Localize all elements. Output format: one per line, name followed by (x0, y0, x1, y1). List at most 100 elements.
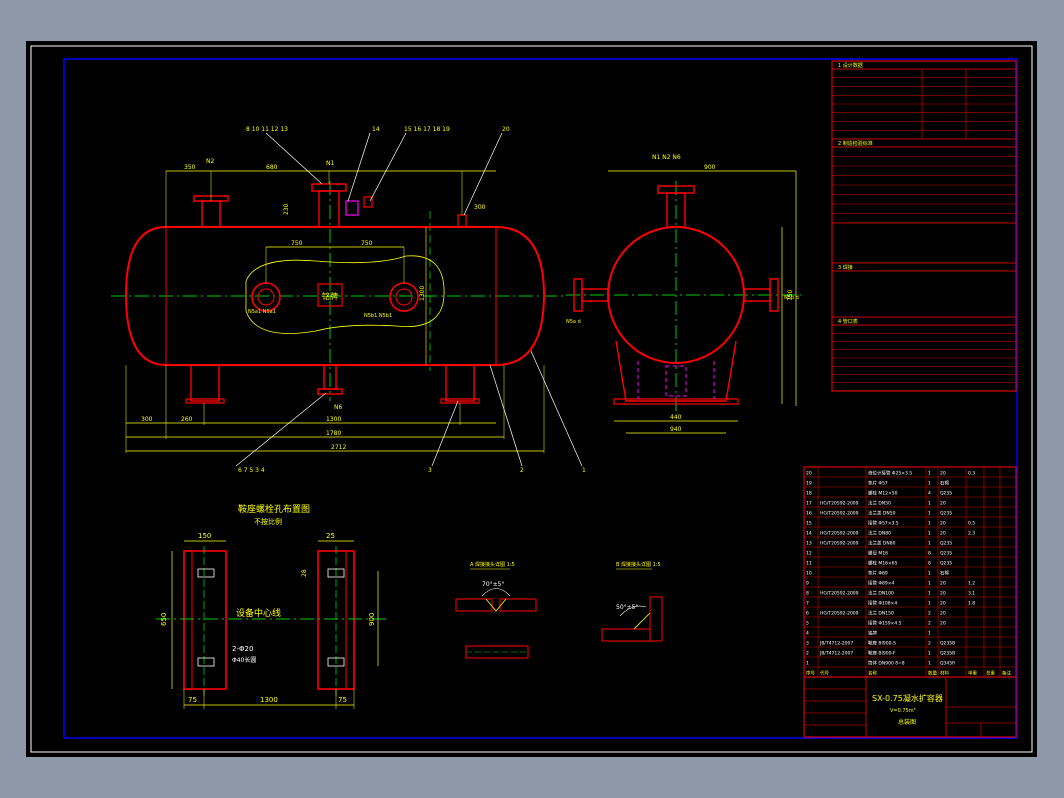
parts-cell: Q235 (940, 541, 952, 547)
weld-details: A 焊接接头详图 1:5 70°±5° B 焊接接头详图 1:5 50°±5° (455, 561, 663, 659)
parts-cell: 垫片 Φ57 (868, 480, 888, 487)
support-detail: 鞍座螺栓孔布置图 不按比例 150 25 28 650 900 75 1300 … (156, 503, 386, 709)
parts-cell: 1 (928, 571, 931, 577)
parts-cell: 螺母 M16 (868, 550, 888, 557)
side-label-n5b: N5b d (784, 295, 799, 301)
side-dim-440: 440 (670, 414, 682, 421)
parts-cell: 20 (940, 591, 946, 597)
parts-cell: JB/T4712-2007 (819, 651, 853, 657)
side-view: N1 N2 N6 900 750 440 940 N5a d N5b d (566, 154, 801, 434)
parts-header-cell: 数量 (928, 670, 937, 677)
parts-cell: 7 (806, 601, 809, 607)
callout-bottom-1: 6 7 5 3 4 (238, 467, 265, 474)
parts-cell: HG/T20592-2009 (820, 611, 859, 617)
parts-cell: Q235 (940, 511, 952, 517)
parts-header-cell: 代号 (820, 670, 829, 677)
design-data-table: 1 设计数据 2 制造检验标准 3 焊接 4 管口表 (831, 60, 1017, 392)
parts-cell: 20 (806, 471, 812, 477)
dim-1300v: 1300 (419, 286, 426, 301)
dim-bottom-1780: 1780 (326, 430, 341, 437)
weld-b-title: B 焊接接头详图 1:5 (616, 561, 661, 568)
title-block: SX-0.75凝水扩容器 V=0.75m³ 总装图 (803, 676, 1017, 738)
parts-header-cell: 序号 (806, 670, 815, 677)
side-dim-900: 900 (704, 164, 716, 171)
support-dim-150: 150 (198, 532, 211, 540)
parts-cell: 2 (928, 611, 931, 617)
support-dim-650: 650 (160, 613, 168, 626)
parts-cell: 1 (928, 601, 931, 607)
nozzle-label-n2: N2 (206, 158, 214, 165)
parts-cell: 20 (940, 611, 946, 617)
parts-cell: 鞍座 BI900-F (868, 650, 896, 657)
callout-top-3: 15 16 17 18 19 (404, 126, 450, 133)
nameplate-label: 铭牌 (322, 291, 338, 301)
parts-cell: 1 (928, 591, 931, 597)
parts-cell: 鞍座 BI900-S (868, 640, 896, 647)
parts-cell: 19 (806, 481, 812, 487)
parts-cell: 20 (940, 601, 946, 607)
nozzle-label-n6: N6 (334, 404, 342, 411)
parts-cell: 2 (928, 621, 931, 627)
callout-bottom-2: 3 (428, 467, 432, 474)
title-main: SX-0.75凝水扩容器 (872, 693, 943, 703)
parts-cell: HG/T20592-2009 (820, 541, 859, 547)
parts-cell: Q235B (940, 651, 955, 657)
dim-750b: 750 (361, 240, 373, 247)
hole-note: Φ40长圆 (232, 656, 256, 664)
parts-cell: 20 (940, 581, 946, 587)
support-dim-75a: 75 (188, 696, 197, 704)
parts-cell: 8 (928, 561, 931, 567)
parts-cell: 接管 Φ108×4 (868, 600, 897, 607)
dim-bottom-260: 260 (181, 416, 193, 423)
parts-header-cell: 材料 (940, 670, 949, 677)
parts-cell: 1 (928, 531, 931, 537)
parts-cell: 1 (928, 521, 931, 527)
parts-cell: HG/T20592-2009 (820, 511, 859, 517)
parts-cell: HG/T20592-2009 (820, 591, 859, 597)
parts-header-cell: 单重 (968, 670, 977, 677)
saddle-left (190, 364, 220, 402)
parts-cell: 螺栓 M12×50 (868, 490, 898, 497)
parts-cell: Q235 (940, 551, 952, 557)
parts-cell: 1 (928, 541, 931, 547)
parts-cell: 20 (940, 471, 946, 477)
parts-cell: 法兰盖 DN50 (868, 510, 896, 517)
drawing-canvas: 350 680 300 750 750 230 1300 300 260 130… (30, 45, 1033, 753)
weld-b-angle: 50°±5° (616, 604, 638, 611)
parts-cell: 0.3 (968, 471, 975, 477)
parts-cell: Q345R (940, 661, 955, 667)
dim-bottom-300: 300 (141, 416, 153, 423)
side-nozzle-labels: N1 N2 N6 (652, 154, 681, 161)
dim-bottom-1300: 1300 (326, 416, 341, 423)
parts-cell: 4 (806, 631, 809, 637)
parts-cell: 16 (806, 511, 812, 517)
design-section-2: 2 制造检验标准 (838, 140, 873, 147)
dim-680: 680 (266, 164, 278, 171)
parts-cell: 2 (806, 651, 809, 657)
weld-a-angle: 70°±5° (482, 581, 504, 588)
parts-cell: 石棉 (940, 480, 949, 487)
parts-cell: 20 (940, 501, 946, 507)
parts-cell: 1 (928, 631, 931, 637)
parts-cell: 2.3 (968, 531, 975, 537)
parts-cell: 20 (940, 621, 946, 627)
weld-a-title: A 焊接接头详图 1:5 (470, 561, 515, 568)
dim-300: 300 (474, 204, 486, 211)
callout-top-4: 20 (502, 126, 510, 133)
parts-cell: 10 (806, 571, 812, 577)
callout-bottom-3: 2 (520, 467, 524, 474)
parts-cell: 1 (928, 481, 931, 487)
parts-header-cell: 备注 (1002, 670, 1011, 677)
parts-cell: 螺栓 M16×65 (868, 560, 898, 567)
design-section-3: 3 焊接 (838, 264, 853, 271)
saddle-plate-left (183, 550, 227, 690)
parts-cell: 垫片 Φ89 (868, 570, 888, 577)
nozzle-label-n5b: N5b1 N5b1 (364, 313, 392, 319)
parts-cell: 石棉 (940, 570, 949, 577)
parts-header-cell: 总重 (986, 670, 995, 677)
parts-cell: 13 (806, 541, 812, 547)
center-line-label: 设备中心线 (236, 607, 281, 619)
parts-cell: 接管 Φ89×4 (868, 580, 894, 587)
parts-cell: 15 (806, 521, 812, 527)
parts-cell: 法兰 DN100 (868, 590, 894, 597)
